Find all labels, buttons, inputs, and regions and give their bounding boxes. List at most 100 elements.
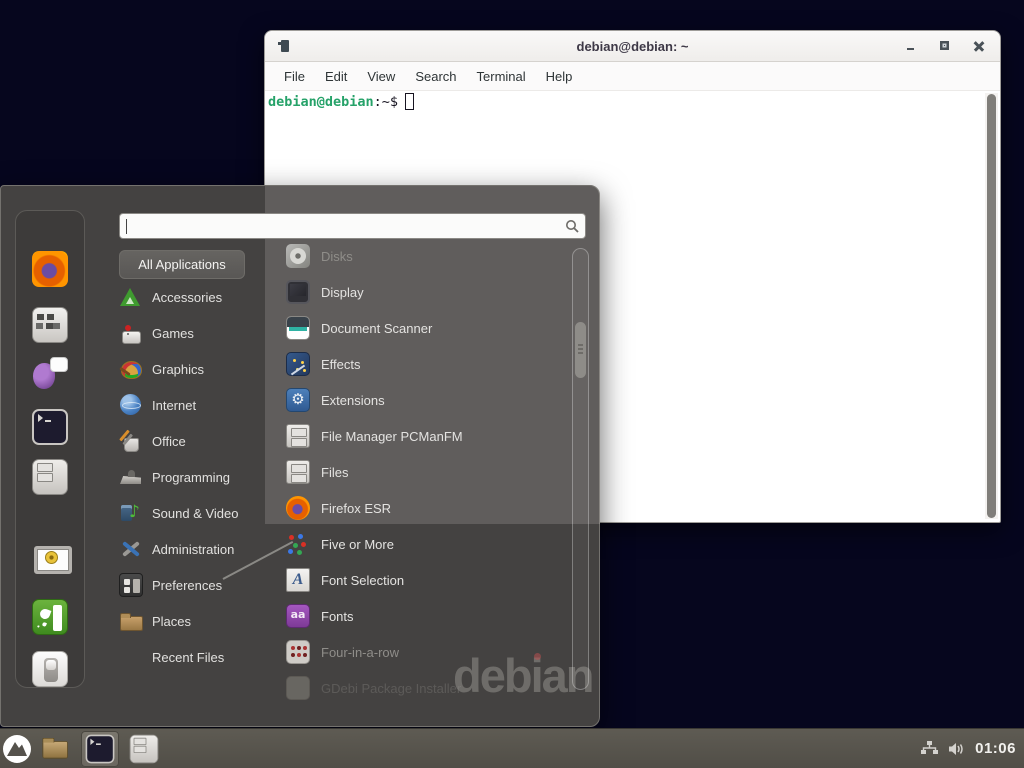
category-label: Office (152, 434, 186, 449)
all-applications-button[interactable]: All Applications (119, 250, 245, 279)
terminal-titlebar[interactable]: debian@debian: ~ (265, 31, 1000, 62)
favorite-terminal-button[interactable] (32, 409, 68, 450)
favorite-logout-button[interactable] (32, 599, 68, 640)
taskbar-file-manager-launcher[interactable] (37, 731, 75, 767)
font-selection-icon: A (286, 568, 310, 592)
category-preferences[interactable]: Preferences (117, 567, 267, 603)
start-menu-button[interactable] (3, 735, 31, 763)
category-games[interactable]: Games (117, 315, 267, 351)
start-menu-icon (3, 735, 31, 763)
prompt-user-host: debian@debian (268, 94, 374, 110)
logout-icon (32, 599, 68, 635)
app-effects[interactable]: Effects (286, 346, 566, 382)
app-label: Five or More (321, 537, 394, 552)
category-office[interactable]: Office (117, 423, 267, 459)
terminal-menu-view[interactable]: View (358, 65, 404, 88)
programming-icon (119, 465, 143, 489)
terminal-scrollbar-thumb[interactable] (987, 94, 996, 518)
internet-icon (119, 393, 143, 417)
application-list: Disks Display Document ScannerEffects⚙Exte… (286, 238, 566, 706)
app-files[interactable]: Files (286, 454, 566, 490)
terminal-menu-edit[interactable]: Edit (316, 65, 356, 88)
maximize-button[interactable] (938, 39, 952, 53)
firefox-icon (32, 251, 68, 287)
application-menu: debian All Applications AccessoriesGames… (0, 185, 600, 727)
category-graphics[interactable]: Graphics (117, 351, 267, 387)
terminal-icon (86, 734, 115, 763)
app-extensions[interactable]: ⚙Extensions (286, 382, 566, 418)
category-administration[interactable]: Administration (117, 531, 267, 567)
extensions-icon: ⚙ (286, 388, 310, 412)
four-in-a-row-icon (286, 640, 310, 664)
gdebi-icon (286, 676, 310, 700)
favorite-lock-screen-button[interactable] (32, 543, 68, 584)
category-internet[interactable]: Internet (117, 387, 267, 423)
file-cabinet-icon (32, 459, 68, 495)
app-label: Disks (321, 249, 353, 264)
terminal-menu-search[interactable]: Search (406, 65, 465, 88)
lock-screen-icon (32, 543, 68, 579)
app-label: Display (321, 285, 364, 300)
terminal-scrollbar[interactable] (985, 93, 998, 519)
app-four-in-a-row: Four-in-a-row (286, 634, 566, 670)
taskbar: 01:06 (0, 728, 1024, 768)
favorite-shutdown-button[interactable] (32, 651, 68, 692)
games-icon (119, 321, 143, 345)
display-icon (286, 280, 310, 304)
places-icon (119, 609, 143, 633)
favorites-panel (15, 210, 85, 688)
app-disks: Disks (286, 238, 566, 274)
app-file-manager-pcmanfm[interactable]: File Manager PCManFM (286, 418, 566, 454)
app-font-selection[interactable]: AFont Selection (286, 562, 566, 598)
network-icon[interactable] (920, 740, 939, 757)
search-input[interactable] (129, 219, 565, 234)
terminal-menu-terminal[interactable]: Terminal (468, 65, 535, 88)
close-button[interactable] (972, 39, 986, 53)
favorite-pidgin-button[interactable] (32, 355, 68, 396)
category-accessories[interactable]: Accessories (117, 279, 267, 315)
text-caret (126, 219, 127, 234)
disks-icon (286, 244, 310, 268)
terminal-window-icon (281, 40, 289, 52)
volume-icon[interactable] (948, 741, 966, 757)
effects-icon (286, 352, 310, 376)
category-sound-video[interactable]: ♪Sound & Video (117, 495, 267, 531)
menu-scrollbar[interactable] (572, 248, 589, 690)
system-tray: 01:06 (920, 740, 1024, 757)
file-cabinet-icon (286, 424, 310, 448)
app-firefox-esr[interactable]: Firefox ESR (286, 490, 566, 526)
category-programming[interactable]: Programming (117, 459, 267, 495)
category-label: Sound & Video (152, 506, 239, 521)
desktop: { "colors": { "desktop_bg": "#06061e", "… (0, 0, 1024, 768)
terminal-menu-file[interactable]: File (275, 65, 314, 88)
search-box[interactable] (119, 213, 586, 239)
search-icon (565, 219, 579, 233)
prompt-suffix: :~$ (374, 94, 398, 110)
category-label: Graphics (152, 362, 204, 377)
category-label: Programming (152, 470, 230, 485)
menu-scrollbar-thumb[interactable] (575, 322, 586, 378)
category-label: Places (152, 614, 191, 629)
taskbar-terminal-launcher[interactable] (81, 731, 119, 767)
terminal-cursor (405, 93, 414, 110)
app-gdebi-package-installer: GDebi Package Installer (286, 670, 566, 706)
taskbar-file-cabinet-launcher[interactable] (125, 731, 163, 767)
app-fonts[interactable]: aaFonts (286, 598, 566, 634)
favorite-firefox-button[interactable] (32, 251, 68, 292)
category-list: Accessories Games Graphics Internet Office Pr… (117, 279, 267, 675)
minimize-button[interactable] (904, 39, 918, 53)
category-label: Internet (152, 398, 196, 413)
category-label: Games (152, 326, 194, 341)
office-icon (119, 429, 143, 453)
favorite-keyboard-button[interactable] (32, 307, 68, 348)
app-five-or-more[interactable]: Five or More (286, 526, 566, 562)
app-display[interactable]: Display (286, 274, 566, 310)
terminal-prompt: debian@debian:~$ (268, 93, 414, 110)
category-recent-files[interactable]: Recent Files (117, 639, 267, 675)
clock[interactable]: 01:06 (975, 740, 1016, 757)
favorite-file-manager-button[interactable] (32, 459, 68, 500)
pidgin-icon (32, 355, 68, 391)
app-document-scanner[interactable]: Document Scanner (286, 310, 566, 346)
category-places[interactable]: Places (117, 603, 267, 639)
terminal-menu-help[interactable]: Help (537, 65, 582, 88)
